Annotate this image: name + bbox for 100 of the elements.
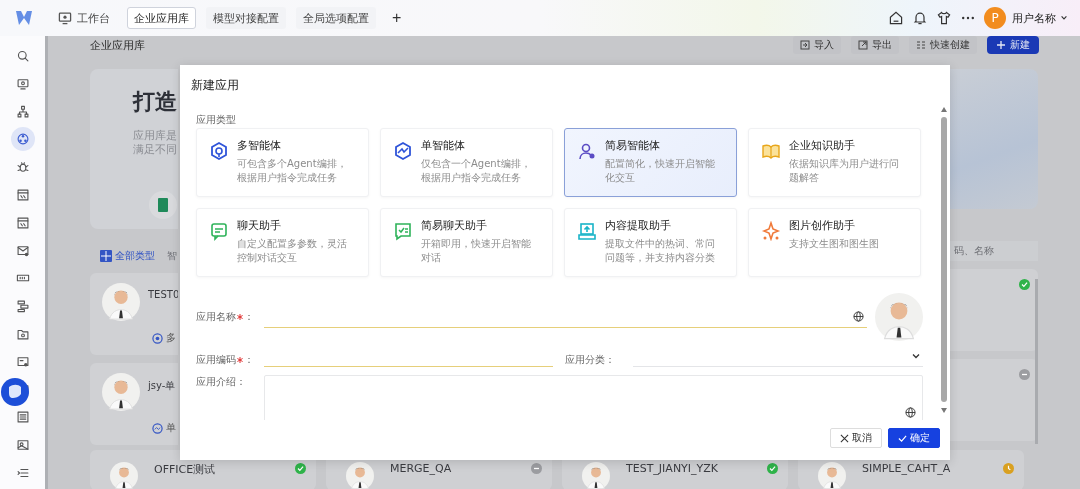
monitor-icon bbox=[15, 76, 30, 91]
app-type-tag: 单 bbox=[152, 421, 176, 435]
app-type-description: 开箱即用，快速开启智能对话 bbox=[421, 237, 532, 265]
app-type-tag: 多 bbox=[152, 331, 178, 345]
app-type-title: 简易智能体 bbox=[605, 138, 661, 153]
table-icon bbox=[15, 187, 30, 202]
app-type-title: 多智能体 bbox=[237, 138, 282, 153]
app-type-title: 简易聊天助手 bbox=[421, 218, 488, 233]
avatar-figure bbox=[102, 373, 140, 411]
app-type-card[interactable]: 单智能体 仅包含一个Agent编排，根据用户指令完成任务 bbox=[380, 128, 553, 197]
app-type-description: 可包含多个Agent编排，根据用户指令完成任务 bbox=[237, 157, 348, 185]
hexagon-icon bbox=[209, 141, 229, 161]
field-label: 应用名称 ： bbox=[196, 310, 255, 324]
square-arrow-icon bbox=[858, 40, 868, 50]
add-tab-button[interactable]: + bbox=[386, 9, 408, 27]
app-card[interactable]: jsy-单 单 bbox=[90, 363, 178, 445]
app-type-title: 单智能体 bbox=[421, 138, 466, 153]
app-type-description: 提取文件中的热词、常问问题等，并支持内容分类 bbox=[605, 237, 716, 265]
table-icon bbox=[15, 215, 30, 230]
check-circle-icon bbox=[1019, 279, 1030, 290]
network-icon bbox=[15, 132, 30, 147]
section-label: 应用类型 bbox=[196, 113, 237, 127]
tag-icon bbox=[152, 332, 163, 344]
tag-icon bbox=[152, 422, 163, 434]
folder-icon bbox=[15, 327, 30, 342]
app-name: TEST0 bbox=[148, 289, 178, 300]
confirm-button[interactable]: 确定 bbox=[888, 428, 940, 448]
avatar-figure bbox=[346, 462, 374, 489]
tab[interactable]: 模型对接配置 bbox=[206, 7, 286, 29]
avatar-figure bbox=[875, 293, 923, 341]
app-type-card[interactable]: 内容提取助手 提取文件中的热词、常问问题等，并支持内容分类 bbox=[564, 208, 737, 277]
tab[interactable]: 全局选项配置 bbox=[296, 7, 376, 29]
app-type-card[interactable]: 图片创作助手 支持文生图和图生图 bbox=[748, 208, 921, 277]
app-type-card[interactable]: 企业知识助手 依据知识库为用户进行问题解答 bbox=[748, 128, 921, 197]
avatar-figure bbox=[818, 462, 846, 489]
user-name[interactable]: 用户名称 bbox=[1012, 10, 1056, 26]
banner-title: 打造 bbox=[133, 88, 178, 116]
user-icon bbox=[577, 141, 597, 161]
app-type-card[interactable]: 简易聊天助手 开箱即用，快速开启智能对话 bbox=[380, 208, 553, 277]
app-card[interactable]: TEST0 多 bbox=[90, 273, 178, 355]
filter-tab[interactable]: 全部类型 bbox=[100, 249, 155, 263]
app-type-card[interactable]: 多智能体 可包含多个Agent编排，根据用户指令完成任务 bbox=[196, 128, 369, 197]
field-label: 应用介绍： bbox=[196, 375, 247, 389]
app-name: jsy-单 bbox=[148, 379, 176, 393]
grid-icon bbox=[100, 250, 112, 262]
globe-icon bbox=[853, 311, 864, 322]
dialog-title: 新建应用 bbox=[190, 76, 240, 94]
shirt-icon[interactable] bbox=[936, 10, 952, 26]
field-label: 应用分类： bbox=[565, 353, 616, 367]
import-button[interactable]: 导入 bbox=[793, 36, 841, 54]
cancel-button[interactable]: 取消 bbox=[830, 428, 882, 448]
chat-icon bbox=[209, 221, 229, 241]
avatar-figure bbox=[110, 462, 138, 489]
image-icon bbox=[15, 438, 30, 453]
avatar-figure bbox=[102, 283, 140, 321]
home-icon[interactable] bbox=[888, 10, 904, 26]
new-button[interactable]: 新建 bbox=[987, 36, 1039, 54]
app-type-title: 内容提取助手 bbox=[605, 218, 672, 233]
square-arrow-icon bbox=[800, 40, 810, 50]
network-nav-item[interactable] bbox=[10, 127, 35, 152]
export-button[interactable]: 导出 bbox=[851, 36, 899, 54]
avatar-figure bbox=[582, 462, 610, 489]
notification-icon[interactable] bbox=[912, 10, 928, 26]
check-icon bbox=[898, 433, 907, 443]
minus-circle-icon bbox=[531, 463, 542, 474]
app-name: OFFICE测试 bbox=[154, 462, 217, 478]
check-circle-icon bbox=[295, 463, 306, 474]
grid-icon bbox=[916, 40, 926, 50]
tab[interactable]: 工作台 bbox=[50, 7, 117, 29]
search-placeholder: 码、名称 bbox=[954, 244, 994, 258]
app-type-description: 自定义配置多参数，灵活控制对话交互 bbox=[237, 237, 348, 265]
app-type-description: 仅包含一个Agent编排，根据用户指令完成任务 bbox=[421, 157, 532, 185]
app-type-description: 依据知识库为用户进行问题解答 bbox=[789, 157, 900, 185]
app-type-description: 配置简化，快速开启智能化交互 bbox=[605, 157, 716, 185]
description-field[interactable] bbox=[264, 375, 923, 420]
app-name: TEST_JIANYI_YZK bbox=[626, 461, 720, 477]
sparkle-icon bbox=[761, 221, 781, 241]
list-icon bbox=[15, 410, 30, 425]
page-title: 企业应用库 bbox=[90, 37, 145, 53]
close-icon bbox=[840, 433, 849, 443]
chevron-down-icon bbox=[912, 351, 920, 360]
app-type-card[interactable]: 简易智能体 配置简化，快速开启智能化交互 bbox=[564, 128, 737, 197]
monitor-icon bbox=[57, 10, 73, 26]
field-label: 应用编码 ： bbox=[196, 353, 255, 367]
check-circle-icon bbox=[767, 463, 778, 474]
caret-icon bbox=[1060, 14, 1068, 22]
plus-icon bbox=[996, 40, 1006, 50]
chat-check-icon bbox=[393, 221, 413, 241]
app-type-card[interactable]: 聊天助手 自定义配置多参数，灵活控制对话交互 bbox=[196, 208, 369, 277]
assistant-button[interactable] bbox=[1, 378, 29, 406]
minus-circle-icon bbox=[1019, 369, 1030, 380]
banner-text: 应用库是 bbox=[133, 129, 178, 143]
flowchart-icon bbox=[15, 299, 30, 314]
tab[interactable]: 企业应用库 bbox=[127, 7, 196, 29]
card-icon bbox=[15, 354, 30, 369]
hierarchy-icon bbox=[15, 104, 30, 119]
quick-button[interactable]: 快速创建 bbox=[909, 36, 977, 54]
app-name: MERGE_QA bbox=[390, 461, 453, 477]
clock-circle-icon bbox=[1003, 463, 1014, 474]
upload-icon bbox=[577, 221, 597, 241]
